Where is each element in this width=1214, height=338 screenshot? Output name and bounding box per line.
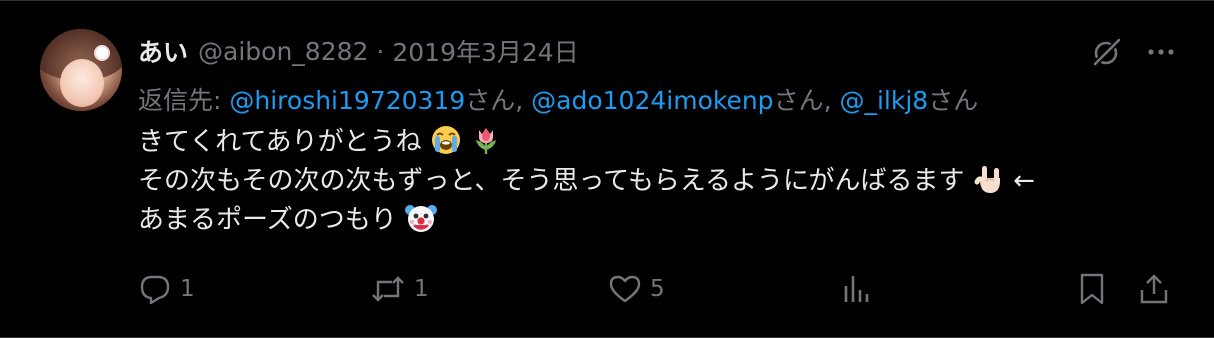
views-icon bbox=[842, 272, 872, 306]
mention-suffix: さん, bbox=[773, 86, 840, 115]
bookmark-icon bbox=[1078, 272, 1106, 306]
tweet-text: その次もその次の次もずっと、そう思ってもらえるようにがんばるます bbox=[138, 166, 965, 196]
clown-face-emoji bbox=[404, 205, 437, 232]
like-icon bbox=[608, 272, 642, 306]
tweet-card[interactable]: あい @aibon_8282 · 2019年3月24日 返信先: @hirosh… bbox=[0, 0, 1214, 338]
share-button[interactable] bbox=[1138, 271, 1170, 307]
mention-link[interactable]: @_ilkj8 bbox=[839, 86, 928, 115]
mention-link[interactable]: @hiroshi19720319 bbox=[229, 86, 465, 115]
mention-suffix: さん bbox=[928, 86, 979, 115]
tweet-arrow: ← bbox=[1013, 166, 1035, 196]
tweet-body: きてくれてありがとうね その次もその次の次もずっと、そう思ってもらえるようにがん… bbox=[138, 123, 1035, 240]
tulip-emoji bbox=[476, 128, 497, 154]
tweet-text: あまるポーズのつもり bbox=[138, 205, 397, 235]
mention-link[interactable]: @ado1024imokenp bbox=[531, 86, 773, 115]
sign-of-the-horns-emoji bbox=[974, 166, 1000, 193]
share-icon bbox=[1138, 272, 1170, 306]
avatar-face bbox=[60, 59, 104, 107]
tweet-text: きてくれてありがとうね bbox=[138, 127, 422, 157]
retweet-button[interactable]: 1 bbox=[370, 271, 429, 307]
reply-button[interactable]: 1 bbox=[138, 271, 195, 307]
more-icon[interactable] bbox=[1148, 48, 1174, 56]
reply-count: 1 bbox=[180, 276, 195, 302]
views-button[interactable] bbox=[842, 271, 872, 307]
reply-prefix: 返信先: bbox=[138, 86, 230, 115]
tweet-header: あい @aibon_8282 · 2019年3月24日 bbox=[138, 33, 579, 69]
retweet-icon bbox=[370, 272, 406, 306]
retweet-count: 1 bbox=[414, 276, 429, 302]
tweet-top-icons bbox=[1090, 35, 1174, 69]
like-count: 5 bbox=[650, 276, 665, 302]
reply-to-line: 返信先: @hiroshi19720319さん, @ado1024imokenp… bbox=[138, 81, 978, 117]
reply-icon bbox=[138, 272, 172, 306]
display-name[interactable]: あい bbox=[138, 33, 188, 69]
bookmark-button[interactable] bbox=[1078, 271, 1106, 307]
tweet-actions: 1 1 5 bbox=[138, 271, 1174, 307]
tweet-date[interactable]: 2019年3月24日 bbox=[392, 33, 578, 69]
loudly-crying-face-emoji bbox=[431, 126, 460, 154]
grok-icon[interactable] bbox=[1090, 35, 1124, 69]
tweet-body-line: その次もその次の次もずっと、そう思ってもらえるようにがんばるます ← bbox=[138, 162, 1035, 201]
tweet-body-line: あまるポーズのつもり bbox=[138, 201, 1035, 240]
user-handle[interactable]: @aibon_8282 bbox=[198, 37, 368, 66]
separator-dot: · bbox=[376, 36, 385, 66]
avatar[interactable] bbox=[40, 29, 122, 111]
mention-suffix: さん, bbox=[465, 86, 532, 115]
like-button[interactable]: 5 bbox=[608, 271, 665, 307]
tweet-body-line: きてくれてありがとうね bbox=[138, 123, 1035, 162]
avatar-hair-flower bbox=[96, 47, 108, 59]
